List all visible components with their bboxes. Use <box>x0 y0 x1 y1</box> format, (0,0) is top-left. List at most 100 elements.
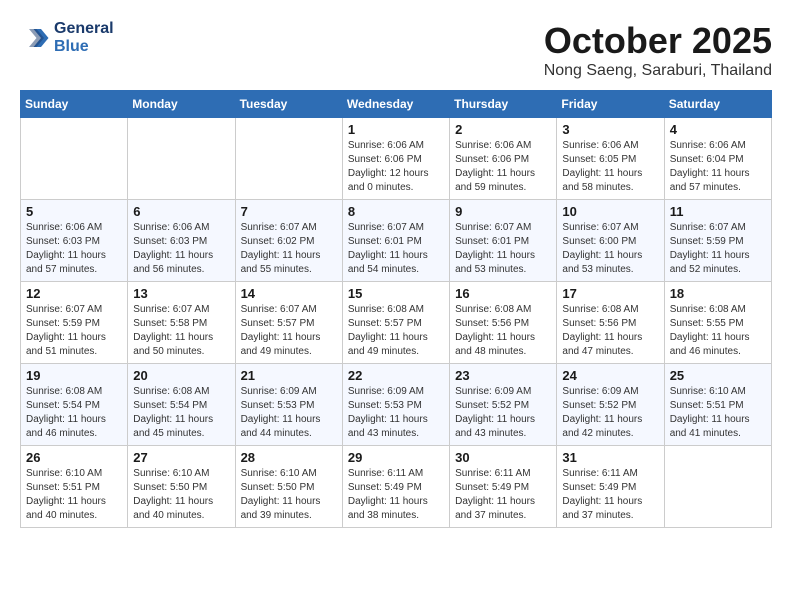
calendar-cell <box>128 118 235 200</box>
day-number: 6 <box>133 204 229 219</box>
day-number: 1 <box>348 122 444 137</box>
day-info: Sunrise: 6:06 AM Sunset: 6:03 PM Dayligh… <box>133 221 229 277</box>
day-info: Sunrise: 6:10 AM Sunset: 5:50 PM Dayligh… <box>241 467 337 523</box>
day-number: 15 <box>348 286 444 301</box>
day-number: 16 <box>455 286 551 301</box>
calendar-cell: 6 Sunrise: 6:06 AM Sunset: 6:03 PM Daylig… <box>128 200 235 282</box>
day-number: 20 <box>133 368 229 383</box>
calendar-cell: 11 Sunrise: 6:07 AM Sunset: 5:59 PM Dayli… <box>664 200 771 282</box>
day-info: Sunrise: 6:08 AM Sunset: 5:54 PM Dayligh… <box>133 385 229 441</box>
day-info: Sunrise: 6:11 AM Sunset: 5:49 PM Dayligh… <box>348 467 444 523</box>
calendar-week-row: 12 Sunrise: 6:07 AM Sunset: 5:59 PM Dayli… <box>21 282 772 364</box>
day-number: 2 <box>455 122 551 137</box>
calendar-cell: 8 Sunrise: 6:07 AM Sunset: 6:01 PM Daylig… <box>342 200 449 282</box>
day-info: Sunrise: 6:06 AM Sunset: 6:04 PM Dayligh… <box>670 139 766 195</box>
day-info: Sunrise: 6:09 AM Sunset: 5:53 PM Dayligh… <box>348 385 444 441</box>
weekday-header: Thursday <box>450 91 557 118</box>
location-subtitle: Nong Saeng, Saraburi, Thailand <box>544 62 772 80</box>
day-number: 27 <box>133 450 229 465</box>
day-info: Sunrise: 6:10 AM Sunset: 5:50 PM Dayligh… <box>133 467 229 523</box>
calendar-cell: 29 Sunrise: 6:11 AM Sunset: 5:49 PM Dayli… <box>342 446 449 528</box>
calendar-cell <box>21 118 128 200</box>
day-number: 18 <box>670 286 766 301</box>
day-number: 28 <box>241 450 337 465</box>
day-number: 7 <box>241 204 337 219</box>
day-info: Sunrise: 6:10 AM Sunset: 5:51 PM Dayligh… <box>26 467 122 523</box>
calendar-cell: 17Sunrise: 6:08 AM Sunset: 5:56 PM Dayli… <box>557 282 664 364</box>
calendar-cell: 13 Sunrise: 6:07 AM Sunset: 5:58 PM Dayli… <box>128 282 235 364</box>
calendar-cell: 24 Sunrise: 6:09 AM Sunset: 5:52 PM Dayli… <box>557 364 664 446</box>
day-info: Sunrise: 6:09 AM Sunset: 5:52 PM Dayligh… <box>562 385 658 441</box>
day-number: 5 <box>26 204 122 219</box>
day-number: 14 <box>241 286 337 301</box>
calendar-week-row: 1 Sunrise: 6:06 AM Sunset: 6:06 PM Daylig… <box>21 118 772 200</box>
calendar-cell: 30 Sunrise: 6:11 AM Sunset: 5:49 PM Dayli… <box>450 446 557 528</box>
calendar-cell: 5 Sunrise: 6:06 AM Sunset: 6:03 PM Daylig… <box>21 200 128 282</box>
title-area: October 2025 Nong Saeng, Saraburi, Thail… <box>544 20 772 80</box>
day-number: 26 <box>26 450 122 465</box>
day-number: 25 <box>670 368 766 383</box>
calendar-cell: 3Sunrise: 6:06 AM Sunset: 6:05 PM Daylig… <box>557 118 664 200</box>
page-header: General Blue October 2025 Nong Saeng, Sa… <box>20 20 772 80</box>
day-info: Sunrise: 6:09 AM Sunset: 5:53 PM Dayligh… <box>241 385 337 441</box>
day-number: 11 <box>670 204 766 219</box>
day-info: Sunrise: 6:07 AM Sunset: 6:01 PM Dayligh… <box>348 221 444 277</box>
calendar-cell: 1 Sunrise: 6:06 AM Sunset: 6:06 PM Daylig… <box>342 118 449 200</box>
day-number: 30 <box>455 450 551 465</box>
logo-text: General Blue <box>54 20 114 56</box>
day-info: Sunrise: 6:07 AM Sunset: 5:58 PM Dayligh… <box>133 303 229 359</box>
day-number: 29 <box>348 450 444 465</box>
calendar-cell: 4Sunrise: 6:06 AM Sunset: 6:04 PM Daylig… <box>664 118 771 200</box>
day-number: 21 <box>241 368 337 383</box>
day-number: 9 <box>455 204 551 219</box>
calendar-cell: 22 Sunrise: 6:09 AM Sunset: 5:53 PM Dayli… <box>342 364 449 446</box>
day-info: Sunrise: 6:06 AM Sunset: 6:05 PM Dayligh… <box>562 139 658 195</box>
day-number: 10 <box>562 204 658 219</box>
calendar-cell: 25 Sunrise: 6:10 AM Sunset: 5:51 PM Dayli… <box>664 364 771 446</box>
day-number: 8 <box>348 204 444 219</box>
calendar-cell: 7 Sunrise: 6:07 AM Sunset: 6:02 PM Daylig… <box>235 200 342 282</box>
day-info: Sunrise: 6:08 AM Sunset: 5:55 PM Dayligh… <box>670 303 766 359</box>
calendar-table: SundayMondayTuesdayWednesdayThursdayFrid… <box>20 90 772 528</box>
calendar-week-row: 19 Sunrise: 6:08 AM Sunset: 5:54 PM Dayli… <box>21 364 772 446</box>
day-info: Sunrise: 6:07 AM Sunset: 5:57 PM Dayligh… <box>241 303 337 359</box>
day-info: Sunrise: 6:10 AM Sunset: 5:51 PM Dayligh… <box>670 385 766 441</box>
calendar-cell <box>235 118 342 200</box>
day-number: 24 <box>562 368 658 383</box>
calendar-cell: 26 Sunrise: 6:10 AM Sunset: 5:51 PM Dayli… <box>21 446 128 528</box>
day-number: 13 <box>133 286 229 301</box>
day-number: 19 <box>26 368 122 383</box>
day-info: Sunrise: 6:07 AM Sunset: 5:59 PM Dayligh… <box>26 303 122 359</box>
calendar-cell <box>664 446 771 528</box>
logo: General Blue <box>20 20 114 56</box>
calendar-cell: 20 Sunrise: 6:08 AM Sunset: 5:54 PM Dayli… <box>128 364 235 446</box>
weekday-header: Friday <box>557 91 664 118</box>
day-info: Sunrise: 6:08 AM Sunset: 5:54 PM Dayligh… <box>26 385 122 441</box>
calendar-cell: 9 Sunrise: 6:07 AM Sunset: 6:01 PM Daylig… <box>450 200 557 282</box>
day-info: Sunrise: 6:11 AM Sunset: 5:49 PM Dayligh… <box>455 467 551 523</box>
calendar-cell: 14 Sunrise: 6:07 AM Sunset: 5:57 PM Dayli… <box>235 282 342 364</box>
weekday-header: Tuesday <box>235 91 342 118</box>
day-number: 22 <box>348 368 444 383</box>
calendar-cell: 15Sunrise: 6:08 AM Sunset: 5:57 PM Dayli… <box>342 282 449 364</box>
day-info: Sunrise: 6:06 AM Sunset: 6:06 PM Dayligh… <box>455 139 551 195</box>
weekday-header: Saturday <box>664 91 771 118</box>
day-number: 31 <box>562 450 658 465</box>
calendar-cell: 21 Sunrise: 6:09 AM Sunset: 5:53 PM Dayli… <box>235 364 342 446</box>
day-info: Sunrise: 6:06 AM Sunset: 6:06 PM Dayligh… <box>348 139 444 195</box>
logo-icon <box>20 23 50 53</box>
day-info: Sunrise: 6:08 AM Sunset: 5:56 PM Dayligh… <box>455 303 551 359</box>
calendar-week-row: 5 Sunrise: 6:06 AM Sunset: 6:03 PM Daylig… <box>21 200 772 282</box>
calendar-cell: 19 Sunrise: 6:08 AM Sunset: 5:54 PM Dayli… <box>21 364 128 446</box>
day-number: 17 <box>562 286 658 301</box>
calendar-cell: 10Sunrise: 6:07 AM Sunset: 6:00 PM Dayli… <box>557 200 664 282</box>
day-info: Sunrise: 6:07 AM Sunset: 6:02 PM Dayligh… <box>241 221 337 277</box>
calendar-cell: 18 Sunrise: 6:08 AM Sunset: 5:55 PM Dayli… <box>664 282 771 364</box>
day-number: 12 <box>26 286 122 301</box>
day-info: Sunrise: 6:11 AM Sunset: 5:49 PM Dayligh… <box>562 467 658 523</box>
day-info: Sunrise: 6:06 AM Sunset: 6:03 PM Dayligh… <box>26 221 122 277</box>
day-info: Sunrise: 6:09 AM Sunset: 5:52 PM Dayligh… <box>455 385 551 441</box>
day-info: Sunrise: 6:07 AM Sunset: 5:59 PM Dayligh… <box>670 221 766 277</box>
calendar-header-row: SundayMondayTuesdayWednesdayThursdayFrid… <box>21 91 772 118</box>
day-info: Sunrise: 6:07 AM Sunset: 6:01 PM Dayligh… <box>455 221 551 277</box>
